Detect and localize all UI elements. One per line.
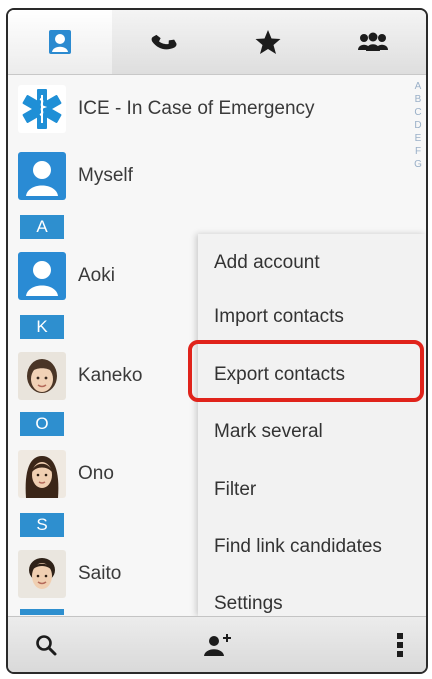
highlight-box (188, 340, 424, 402)
section-header-s: S (20, 513, 64, 537)
contacts-icon (49, 30, 71, 54)
list-item-ice[interactable]: ICE - In Case of Emergency (8, 80, 426, 138)
more-vert-icon (397, 633, 403, 657)
alphabet-index[interactable]: A B C D E F G (412, 80, 424, 171)
section-header-next (20, 609, 64, 615)
avatar (18, 352, 66, 400)
phone-icon (151, 34, 177, 50)
search-icon (36, 635, 57, 656)
contact-name: Kaneko (78, 365, 143, 386)
menu-item-filter[interactable]: Filter (198, 461, 426, 519)
tab-groups[interactable] (320, 10, 426, 74)
ice-star-of-life-icon (18, 85, 66, 133)
phone-screen: ICE - In Case of Emergency Myself A Aoki… (6, 8, 428, 674)
avatar (18, 152, 66, 200)
tab-favorites[interactable] (216, 10, 320, 74)
contact-name: Aoki (78, 265, 115, 286)
add-contact-icon (204, 634, 231, 656)
tab-call-log[interactable] (112, 10, 216, 74)
search-button[interactable] (18, 617, 74, 672)
index-letter[interactable]: D (412, 119, 424, 132)
index-letter[interactable]: C (412, 106, 424, 119)
tab-contacts[interactable] (8, 10, 112, 74)
menu-item-mark-several[interactable]: Mark several (198, 403, 426, 461)
contact-name: Ono (78, 463, 114, 484)
section-header-o: O (20, 412, 64, 436)
index-letter[interactable]: A (412, 80, 424, 93)
groups-icon (358, 32, 388, 51)
avatar (18, 252, 66, 300)
index-letter[interactable]: B (412, 93, 424, 106)
star-icon (255, 30, 281, 54)
tab-bar (8, 10, 426, 75)
avatar (18, 450, 66, 498)
list-item-myself[interactable]: Myself (8, 147, 426, 205)
avatar (18, 550, 66, 598)
contact-name: ICE - In Case of Emergency (78, 98, 315, 119)
menu-item-find-link-candidates[interactable]: Find link candidates (198, 518, 426, 576)
contact-name: Myself (78, 165, 133, 186)
section-header-k: K (20, 315, 64, 339)
more-options-button[interactable] (380, 617, 420, 672)
index-letter[interactable]: G (412, 158, 424, 171)
contact-name: Saito (78, 563, 122, 584)
menu-item-import-contacts[interactable]: Import contacts (198, 288, 426, 346)
section-header-a: A (20, 215, 64, 239)
add-contact-button[interactable] (189, 617, 245, 672)
menu-item-add-account[interactable]: Add account (198, 234, 426, 292)
index-letter[interactable]: E (412, 132, 424, 145)
index-letter[interactable]: F (412, 145, 424, 158)
overflow-menu: Add account Import contacts Export conta… (198, 234, 426, 616)
bottom-action-bar (8, 616, 426, 672)
